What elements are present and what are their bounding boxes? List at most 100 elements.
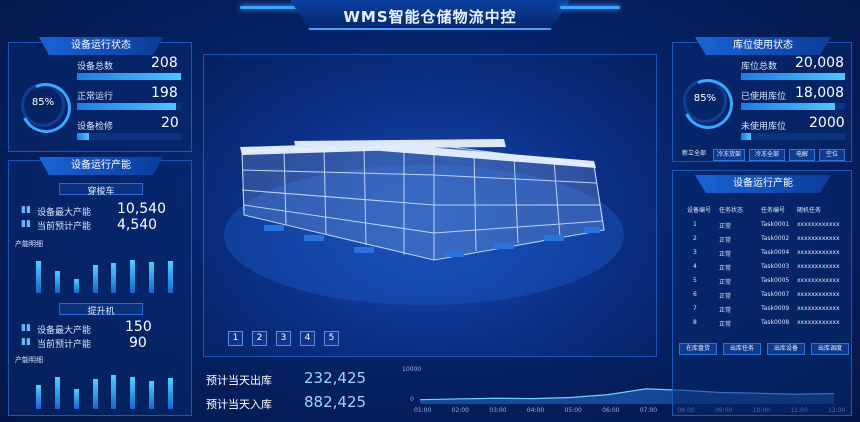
table-cell: Task0008 [761, 319, 790, 326]
table-row[interactable]: 8 正常 Task0008 xxxxxxxxxxxx [679, 319, 849, 333]
header: WMS智能仓储物流中控 [0, 0, 860, 40]
lift-max-value: 150 [125, 319, 152, 335]
shuttle-chart-bar-7 [148, 261, 154, 293]
outbound-dispatch-button[interactable]: 出库调度 [811, 343, 849, 355]
lift-chart-bar-1 [36, 385, 42, 409]
lift-current-icon: ▮▮ [21, 337, 31, 347]
task-table-title: 设备运行产能 [695, 175, 831, 193]
filter-cold-all[interactable]: 冷冻全部 [749, 149, 785, 161]
page-title: WMS智能仓储物流中控 [343, 8, 517, 26]
table-cell: 1 [693, 221, 697, 228]
lift-current-value: 90 [129, 335, 147, 351]
table-cell: Task0009 [761, 305, 790, 312]
shuttle-chart-bar-3 [73, 279, 79, 293]
page-button-1[interactable]: 1 [228, 331, 243, 346]
task-table-header-cell: 随机任务 [797, 207, 822, 214]
table-cell: Task0003 [761, 263, 790, 270]
shuttle-current-value: 4,540 [117, 217, 158, 233]
device-normal-value: 198 [151, 85, 178, 101]
filter-electrolysis[interactable]: 电解 [789, 149, 815, 161]
storage-total-label: 库位总数 [741, 62, 778, 72]
table-cell: 正常 [719, 251, 732, 258]
table-cell: 正常 [719, 265, 732, 272]
table-row[interactable]: 5 正常 Task0005 xxxxxxxxxxxx [679, 277, 849, 291]
table-cell: 4 [693, 263, 697, 270]
device-total-bar [77, 73, 181, 80]
shuttle-max-label: 设备最大产能 [37, 208, 92, 218]
table-cell: 正常 [719, 223, 732, 230]
table-row[interactable]: 3 正常 Task0004 xxxxxxxxxxxx [679, 249, 849, 263]
lift-max-label: 设备最大产能 [37, 326, 92, 336]
task-table-header-cell: 任务状态 [719, 207, 744, 214]
throughput-x-tick: 05:00 [564, 407, 582, 414]
table-cell: xxxxxxxxxxxx [797, 291, 840, 298]
inbound-label: 预计当天入库 [206, 398, 272, 411]
storage-used-value: 18,008 [795, 85, 844, 101]
throughput-y-top: 10000 [402, 366, 422, 373]
table-cell: xxxxxxxxxxxx [797, 263, 840, 270]
shuttle-section-title: 穿梭车 [59, 183, 143, 197]
device-total-value: 208 [151, 55, 178, 71]
warehouse-3d-view[interactable]: 1 2 3 4 5 [203, 54, 657, 357]
throughput-x-tick: 07:00 [639, 407, 658, 414]
table-cell: 5 [693, 277, 697, 284]
device-repair-label: 设备检修 [77, 122, 114, 132]
table-cell: 8 [693, 319, 697, 326]
table-cell: Task0002 [761, 235, 790, 242]
task-table-header-cell: 设备编号 [687, 207, 712, 214]
outbound-task-button[interactable]: 出库任务 [723, 343, 761, 355]
table-row[interactable]: 6 正常 Task0007 xxxxxxxxxxxx [679, 291, 849, 305]
outbound-label: 预计当天出库 [206, 374, 272, 387]
shuttle-max-value: 10,540 [117, 201, 166, 217]
warehouse-illustration [224, 139, 624, 305]
task-table: 设备编号 任务状态 任务编号 随机任务 1 正常 Task0001 xxxxxxxxxxxx 2… [679, 205, 849, 335]
storage-unused-value: 2000 [809, 115, 845, 131]
lift-chart-label: 产能明细 [15, 356, 43, 364]
table-cell: 3 [693, 249, 697, 256]
table-cell: 6 [693, 291, 697, 298]
table-cell: 正常 [719, 321, 732, 328]
filter-cold-shelf[interactable]: 冷冻货架 [713, 149, 745, 161]
table-cell: 7 [693, 305, 697, 312]
lift-chart-bar-6 [130, 377, 136, 409]
inbound-value: 882,425 [304, 393, 367, 411]
shuttle-chart-bar-1 [36, 261, 42, 293]
device-capacity-panel: 设备运行产能 穿梭车 ▮▮ 设备最大产能 10,540 ▮▮ 当前预计产能 4,… [8, 157, 192, 416]
shuttle-current-icon: ▮▮ [21, 219, 31, 229]
table-cell: xxxxxxxxxxxx [797, 277, 840, 284]
table-row[interactable]: 2 正常 Task0002 xxxxxxxxxxxx [679, 235, 849, 249]
lift-chart [29, 369, 179, 409]
table-row[interactable]: 1 正常 Task0001 xxxxxxxxxxxx [679, 221, 849, 235]
task-table-header: 设备编号 任务状态 任务编号 随机任务 [679, 205, 849, 219]
device-repair-value: 20 [161, 115, 179, 131]
device-normal-bar-fill [77, 103, 176, 110]
table-row[interactable]: 4 正常 Task0003 xxxxxxxxxxxx [679, 263, 849, 277]
throughput-x-tick: 03:00 [489, 407, 507, 414]
table-cell: xxxxxxxxxxxx [797, 221, 840, 228]
shuttle-max-icon: ▮▮ [21, 205, 31, 215]
task-table-panel: 设备运行产能 设备编号 任务状态 任务编号 随机任务 1 正常 Task0001 xxxxxx… [672, 170, 852, 416]
storage-total-bar-fill [741, 73, 845, 80]
filter-empty[interactable]: 空位 [819, 149, 845, 161]
page-button-4[interactable]: 4 [300, 331, 315, 346]
page-button-5[interactable]: 5 [324, 331, 339, 346]
lift-max-icon: ▮▮ [21, 323, 31, 333]
dashboard: WMS智能仓储物流中控 设备运行状态 85% 设备总数 208 正常运行 198… [0, 0, 860, 422]
page-button-3[interactable]: 3 [276, 331, 291, 346]
stock-check-button[interactable]: 在库盘货 [679, 343, 717, 355]
device-normal-label: 正常运行 [77, 92, 114, 102]
storage-unused-label: 未使用库位 [741, 122, 787, 132]
outbound-device-button[interactable]: 出库设备 [767, 343, 805, 355]
page-button-2[interactable]: 2 [252, 331, 267, 346]
storage-used-label: 已使用库位 [741, 92, 787, 102]
table-cell: 正常 [719, 307, 732, 314]
lift-chart-bar-7 [148, 381, 154, 409]
filter-all[interactable]: 新立全部 [679, 149, 709, 161]
table-cell: 正常 [719, 293, 732, 300]
table-row[interactable]: 7 正常 Task0009 xxxxxxxxxxxx [679, 305, 849, 319]
outbound-value: 232,425 [304, 369, 367, 387]
storage-ring-percent: 85% [693, 93, 717, 104]
shuttle-chart-bar-6 [130, 260, 136, 293]
storage-used-bar [741, 103, 845, 110]
lift-chart-bar-3 [73, 389, 79, 409]
